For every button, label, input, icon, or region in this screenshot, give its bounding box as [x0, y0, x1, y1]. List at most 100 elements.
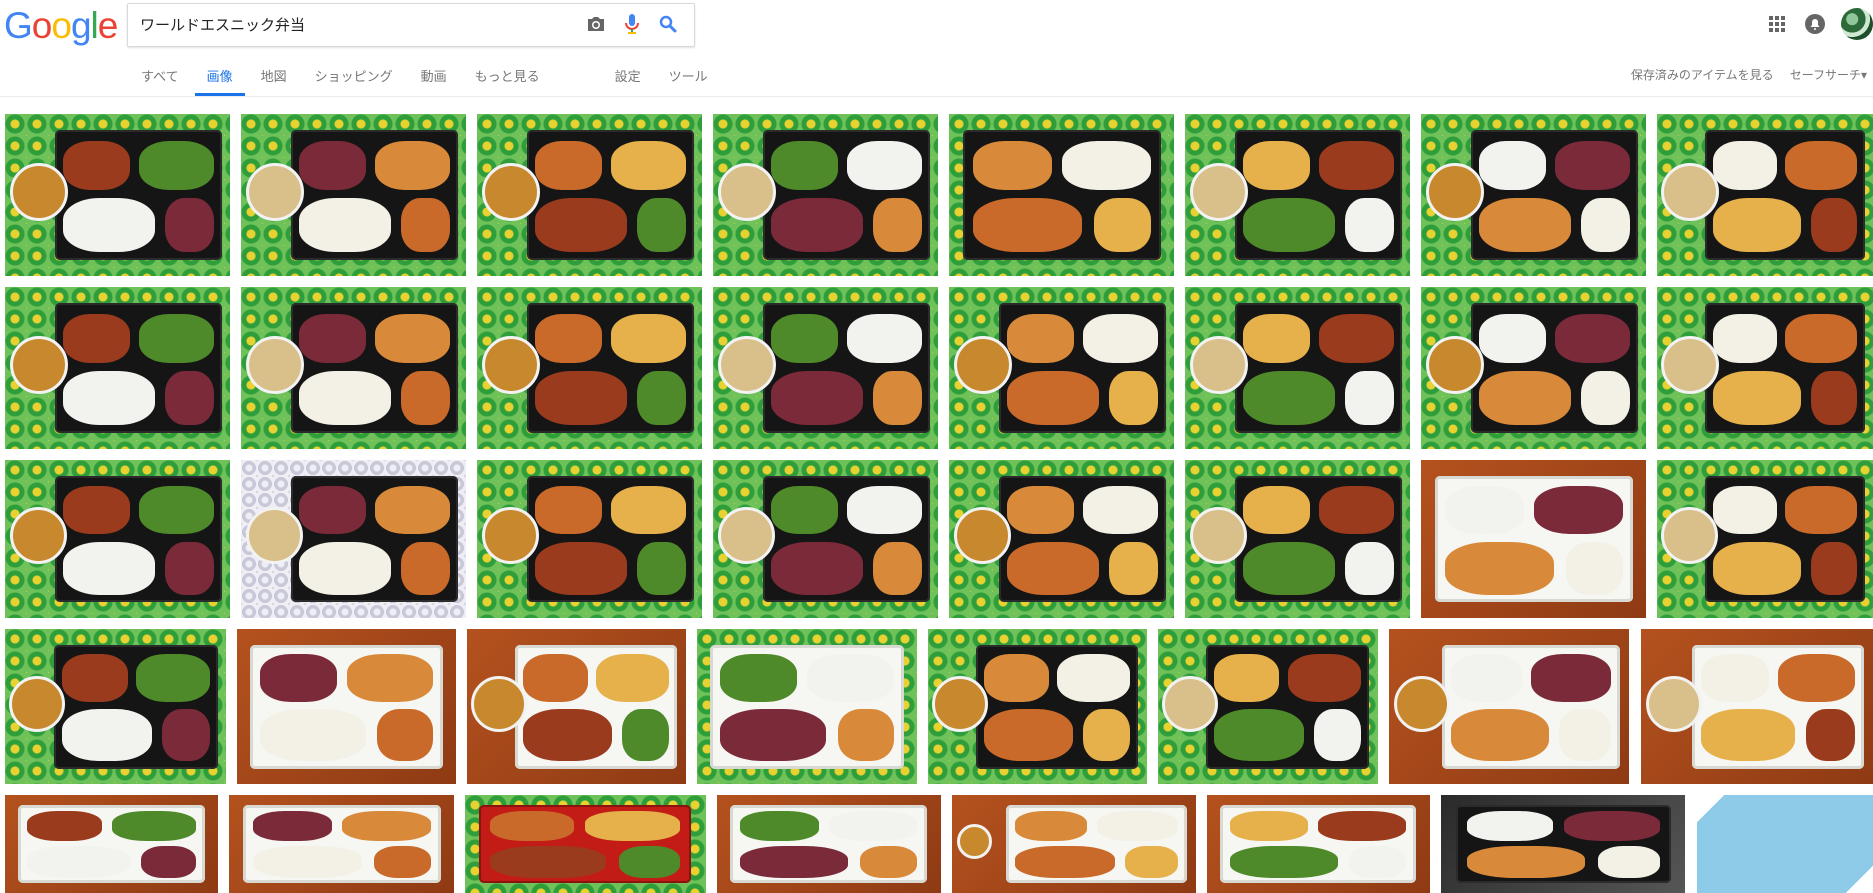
image-result-thumbnail[interactable] — [1158, 629, 1378, 784]
image-result-thumbnail[interactable] — [241, 460, 466, 618]
soup-bowl — [482, 507, 539, 564]
image-result-thumbnail[interactable] — [952, 795, 1196, 893]
food-portion — [535, 313, 603, 363]
image-result-thumbnail[interactable] — [1185, 287, 1410, 449]
food-portion — [1082, 313, 1158, 363]
image-result-thumbnail[interactable] — [717, 795, 941, 893]
image-result-thumbnail[interactable] — [949, 114, 1174, 276]
food-portion — [1007, 541, 1100, 595]
food-portion — [585, 811, 681, 841]
food-portion — [838, 708, 895, 762]
image-result-thumbnail[interactable] — [928, 629, 1147, 784]
food-portion — [972, 140, 1053, 190]
image-result-thumbnail[interactable] — [5, 114, 230, 276]
food-portion — [739, 845, 849, 879]
image-result-thumbnail[interactable] — [241, 114, 466, 276]
image-result-thumbnail[interactable] — [237, 629, 456, 784]
image-result-thumbnail[interactable] — [713, 460, 938, 618]
food-portion — [1015, 811, 1088, 841]
food-portion — [1479, 140, 1547, 190]
image-result-thumbnail[interactable] — [1697, 795, 1873, 893]
image-result-thumbnail[interactable] — [477, 460, 702, 618]
soup-bowl — [482, 163, 540, 221]
image-result-thumbnail[interactable] — [465, 795, 706, 893]
food-portion — [1007, 485, 1075, 534]
food-portion — [138, 313, 214, 363]
food-portion — [1713, 197, 1801, 252]
image-result-thumbnail[interactable] — [5, 287, 230, 449]
image-result-thumbnail[interactable] — [1185, 460, 1410, 618]
image-result-thumbnail[interactable] — [1185, 114, 1410, 276]
food-portion — [299, 370, 392, 425]
food-portion — [828, 811, 918, 841]
image-result-thumbnail[interactable] — [5, 629, 226, 784]
food-portion — [136, 654, 210, 702]
food-portion — [1287, 654, 1361, 702]
image-result-thumbnail[interactable] — [1657, 114, 1873, 276]
food-portion — [401, 197, 450, 252]
food-portion — [1713, 140, 1777, 190]
image-result-thumbnail[interactable] — [1441, 795, 1685, 893]
food-portion — [62, 654, 128, 702]
food-portion — [1345, 370, 1394, 425]
food-portion — [535, 485, 603, 534]
soup-bowl — [471, 676, 527, 732]
food-portion — [165, 370, 214, 425]
image-result-thumbnail[interactable] — [713, 287, 938, 449]
food-portion — [618, 845, 681, 879]
food-portion — [162, 708, 210, 762]
food-portion — [1444, 485, 1525, 534]
image-result-thumbnail[interactable] — [1421, 460, 1646, 618]
food-portion — [27, 811, 103, 841]
food-portion — [1349, 845, 1407, 879]
image-result-thumbnail[interactable] — [5, 795, 218, 893]
food-portion — [1554, 313, 1630, 363]
food-portion — [1243, 140, 1311, 190]
food-portion — [1057, 654, 1130, 702]
image-result-thumbnail[interactable] — [1207, 795, 1430, 893]
image-result-thumbnail[interactable] — [477, 114, 702, 276]
food-portion — [719, 708, 827, 762]
food-portion — [1565, 541, 1624, 595]
food-portion — [771, 541, 864, 595]
food-portion — [1810, 541, 1857, 595]
food-portion — [1318, 811, 1407, 841]
image-result-thumbnail[interactable] — [949, 287, 1174, 449]
image-result-thumbnail[interactable] — [477, 287, 702, 449]
food-portion — [1581, 197, 1630, 252]
image-result-thumbnail[interactable] — [1641, 629, 1873, 784]
image-result-thumbnail[interactable] — [1389, 629, 1629, 784]
image-result-thumbnail[interactable] — [5, 460, 230, 618]
soup-bowl — [1661, 507, 1718, 564]
food-portion — [252, 845, 362, 879]
image-result-thumbnail[interactable] — [1657, 460, 1873, 618]
food-portion — [771, 197, 864, 252]
image-result-thumbnail[interactable] — [1421, 114, 1646, 276]
image-result-thumbnail[interactable] — [241, 287, 466, 449]
food-portion — [1345, 197, 1394, 252]
food-portion — [1563, 811, 1661, 841]
image-result-thumbnail[interactable] — [467, 629, 686, 784]
food-portion — [1082, 708, 1130, 762]
soup-bowl — [1426, 336, 1484, 394]
food-portion — [299, 140, 367, 190]
image-results-grid — [0, 0, 1873, 893]
food-portion — [621, 708, 669, 762]
image-result-thumbnail[interactable] — [1421, 287, 1646, 449]
image-result-thumbnail[interactable] — [697, 629, 917, 784]
food-portion — [1479, 197, 1572, 252]
image-result-thumbnail[interactable] — [1657, 287, 1873, 449]
food-portion — [1243, 541, 1336, 595]
food-portion — [771, 140, 839, 190]
soup-bowl — [932, 676, 988, 732]
food-portion — [610, 140, 686, 190]
image-result-thumbnail[interactable] — [713, 114, 938, 276]
food-portion — [1007, 370, 1100, 425]
food-portion — [111, 811, 196, 841]
food-portion — [1093, 197, 1152, 252]
image-result-thumbnail[interactable] — [229, 795, 454, 893]
soup-bowl — [10, 163, 68, 221]
food-portion — [138, 485, 214, 534]
food-portion — [401, 370, 450, 425]
image-result-thumbnail[interactable] — [949, 460, 1174, 618]
